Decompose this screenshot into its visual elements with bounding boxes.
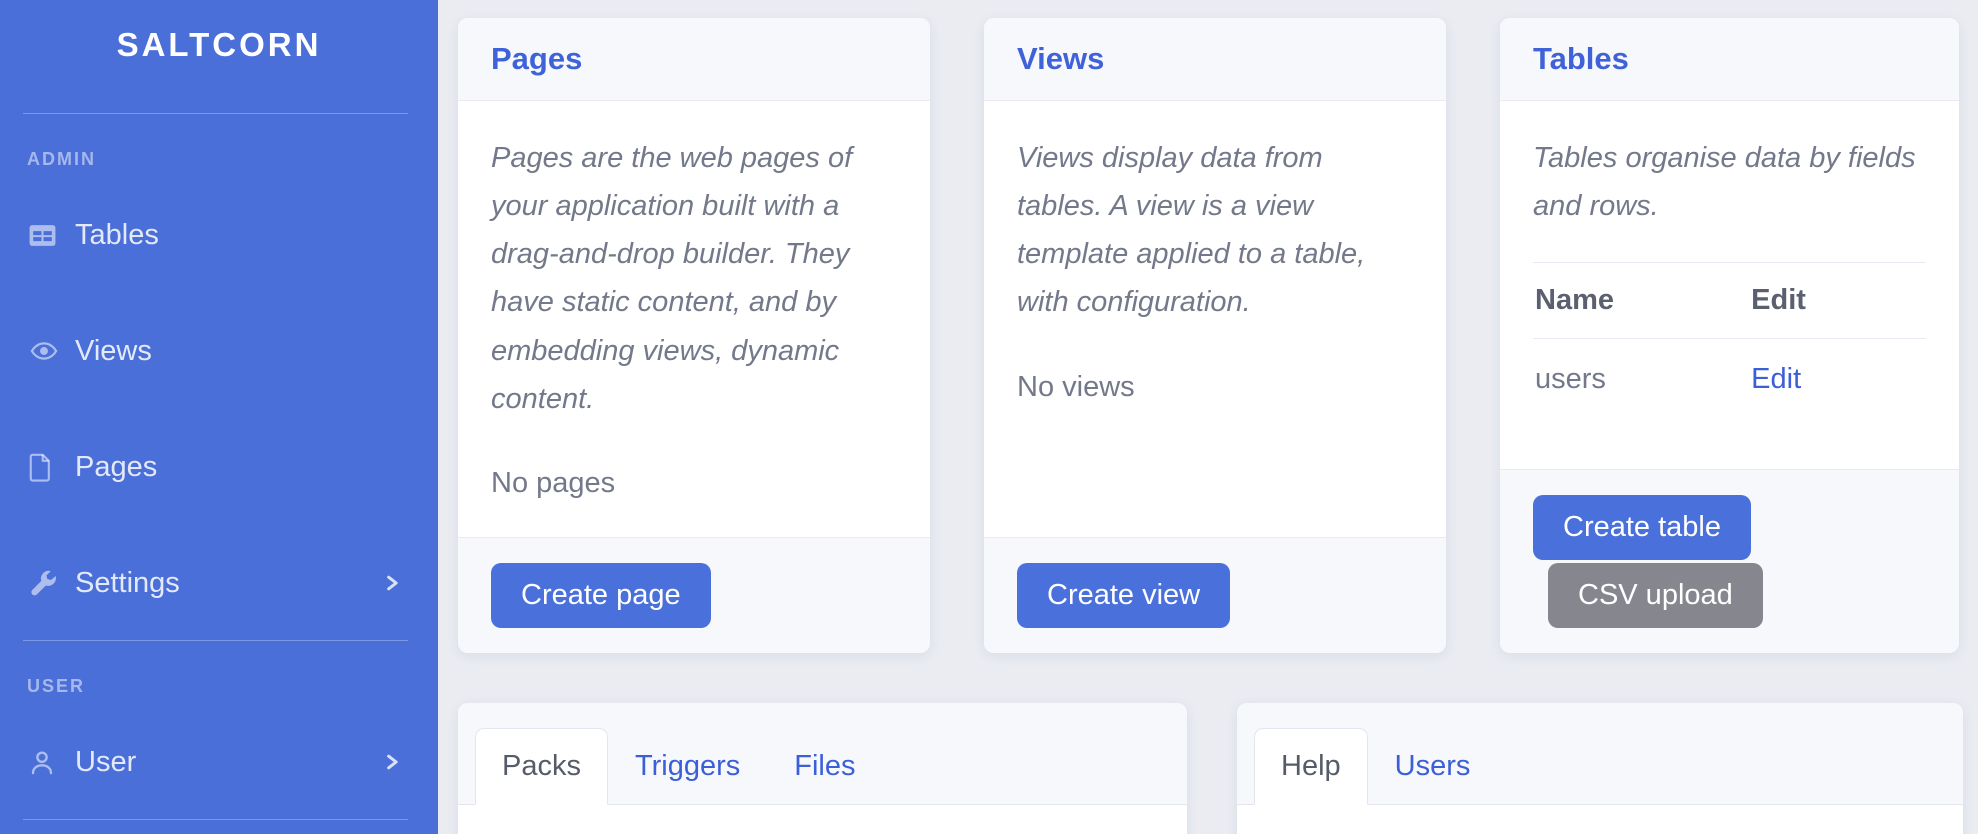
app-root: SALTCORN ADMIN Tables Views bbox=[0, 0, 1978, 834]
chevron-right-icon bbox=[382, 749, 402, 775]
table-cell-edit: Edit bbox=[1749, 339, 1926, 421]
tab-packs[interactable]: Packs bbox=[475, 728, 608, 805]
pages-card-header: Pages bbox=[458, 18, 930, 101]
packs-panel-tabs: Packs Triggers Files bbox=[458, 703, 1187, 805]
views-description: Views display data from tables. A view i… bbox=[1017, 134, 1413, 327]
eye-icon bbox=[27, 337, 75, 365]
sidebar-item-settings[interactable]: Settings bbox=[0, 564, 438, 602]
views-card-body: Views display data from tables. A view i… bbox=[984, 101, 1446, 537]
sidebar-divider bbox=[23, 113, 408, 114]
table-cell-name: users bbox=[1533, 339, 1749, 421]
tables-card-header: Tables bbox=[1500, 18, 1959, 101]
sidebar-item-label: Tables bbox=[75, 219, 159, 252]
views-card: Views Views display data from tables. A … bbox=[984, 18, 1446, 653]
column-header-edit: Edit bbox=[1749, 263, 1926, 339]
views-card-title: Views bbox=[1017, 41, 1104, 76]
sidebar-item-label: Settings bbox=[75, 567, 180, 600]
sidebar: SALTCORN ADMIN Tables Views bbox=[0, 0, 438, 834]
views-card-footer: Create view bbox=[984, 537, 1446, 653]
brand-logo[interactable]: SALTCORN bbox=[0, 26, 438, 64]
tables-card-body: Tables organise data by fields and rows.… bbox=[1500, 101, 1959, 469]
sidebar-item-label: User bbox=[75, 746, 136, 779]
sidebar-section-admin-label: ADMIN bbox=[0, 149, 438, 170]
pages-card-footer: Create page bbox=[458, 537, 930, 653]
create-table-button[interactable]: Create table bbox=[1533, 495, 1751, 560]
tab-triggers[interactable]: Triggers bbox=[608, 728, 767, 805]
entity-cards-row: Pages Pages are the web pages of your ap… bbox=[458, 18, 1963, 653]
sidebar-item-label: Views bbox=[75, 335, 152, 368]
sidebar-item-views[interactable]: Views bbox=[0, 332, 438, 370]
user-icon bbox=[27, 747, 75, 778]
table-icon bbox=[27, 220, 75, 251]
tables-card: Tables Tables organise data by fields an… bbox=[1500, 18, 1959, 653]
tab-help[interactable]: Help bbox=[1254, 728, 1368, 805]
pages-card-title: Pages bbox=[491, 41, 582, 76]
views-empty-text: No views bbox=[1017, 371, 1413, 404]
pages-card-body: Pages are the web pages of your applicat… bbox=[458, 101, 930, 537]
sidebar-item-user[interactable]: User bbox=[0, 743, 438, 781]
tab-files[interactable]: Files bbox=[767, 728, 882, 805]
wrench-icon bbox=[27, 568, 75, 599]
sidebar-divider bbox=[23, 640, 408, 641]
packs-panel: Packs Triggers Files bbox=[458, 703, 1187, 834]
chevron-right-icon bbox=[382, 570, 402, 596]
bottom-panels-row: Packs Triggers Files Help Users bbox=[458, 703, 1963, 834]
create-view-button[interactable]: Create view bbox=[1017, 563, 1230, 628]
packs-panel-body bbox=[458, 805, 1187, 834]
edit-table-link[interactable]: Edit bbox=[1751, 363, 1801, 395]
sidebar-item-tables[interactable]: Tables bbox=[0, 216, 438, 254]
sidebar-item-pages[interactable]: Pages bbox=[0, 448, 438, 486]
tables-card-title: Tables bbox=[1533, 41, 1629, 76]
pages-description: Pages are the web pages of your applicat… bbox=[491, 134, 897, 423]
pages-empty-text: No pages bbox=[491, 467, 897, 500]
help-panel-tabs: Help Users bbox=[1237, 703, 1963, 805]
tables-list: Name Edit users Edit bbox=[1533, 262, 1926, 420]
tables-list-header-row: Name Edit bbox=[1533, 263, 1926, 339]
create-page-button[interactable]: Create page bbox=[491, 563, 711, 628]
csv-upload-button[interactable]: CSV upload bbox=[1548, 563, 1763, 628]
sidebar-item-label: Pages bbox=[75, 451, 157, 484]
main-content: Pages Pages are the web pages of your ap… bbox=[438, 0, 1978, 834]
pages-card: Pages Pages are the web pages of your ap… bbox=[458, 18, 930, 653]
column-header-name: Name bbox=[1533, 263, 1749, 339]
help-panel: Help Users bbox=[1237, 703, 1963, 834]
tables-card-footer: Create table CSV upload bbox=[1500, 469, 1959, 653]
table-row: users Edit bbox=[1533, 339, 1926, 421]
sidebar-divider bbox=[23, 819, 408, 820]
help-panel-body bbox=[1237, 805, 1963, 834]
file-icon bbox=[27, 452, 75, 483]
views-card-header: Views bbox=[984, 18, 1446, 101]
sidebar-section-user-label: USER bbox=[0, 676, 438, 697]
tab-users[interactable]: Users bbox=[1368, 728, 1498, 805]
tables-description: Tables organise data by fields and rows. bbox=[1533, 134, 1926, 230]
